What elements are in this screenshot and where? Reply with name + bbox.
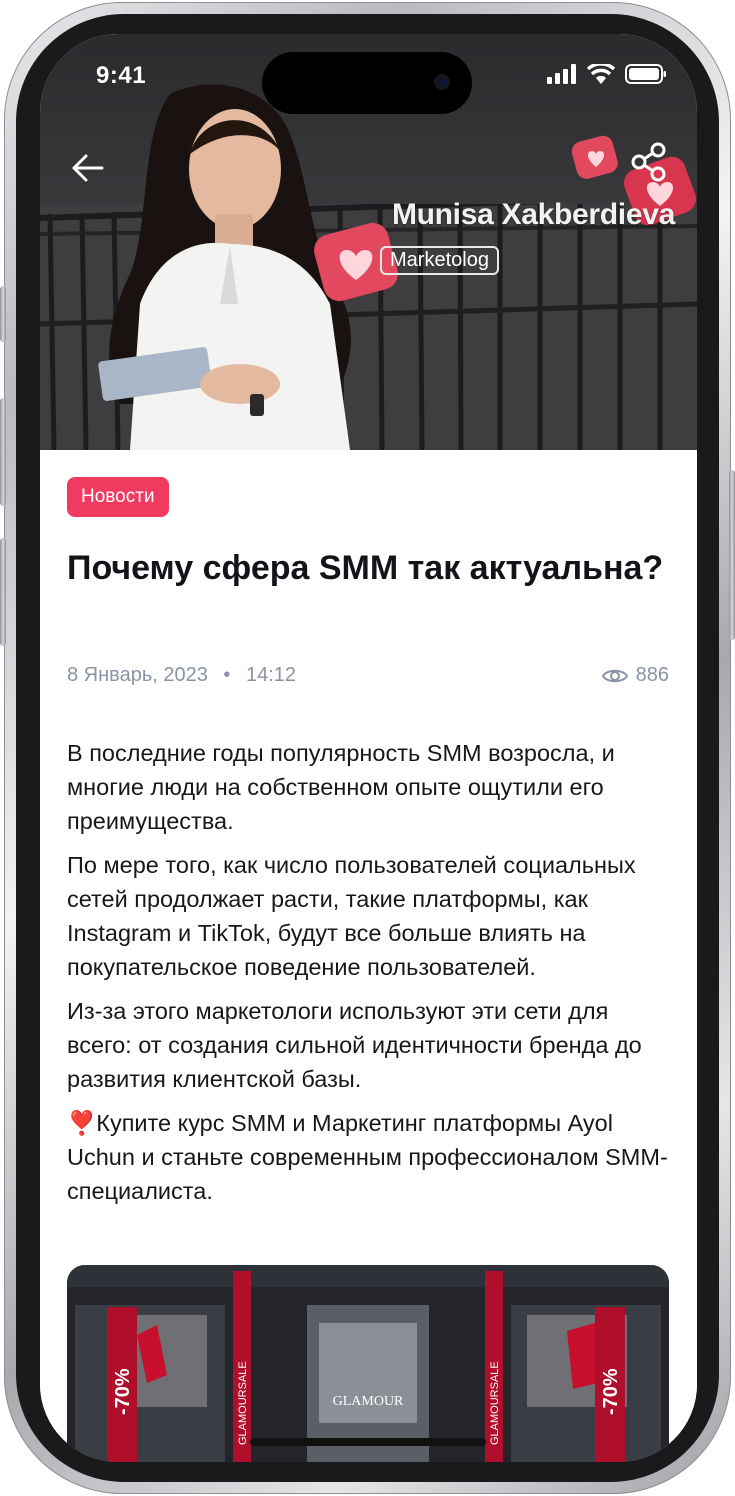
share-button[interactable]	[627, 140, 671, 184]
phone-screen: 9:41 Munisa Xakberdieva Marketolog Новос…	[40, 34, 697, 1462]
battery-icon	[625, 64, 666, 84]
status-time: 9:41	[96, 62, 147, 89]
store-sign: GLAMOUR	[333, 1394, 404, 1409]
meta-separator-dot: •	[223, 664, 231, 686]
author-name: Munisa Xakberdieva	[391, 198, 675, 231]
home-indicator[interactable]	[250, 1438, 486, 1446]
category-tag[interactable]: Новости	[67, 477, 169, 517]
article-image: -70% -70% GLAMOURSALE GLAMOURSALE GLAMOU…	[67, 1265, 669, 1462]
article-body: В последние годы популярность SMM возрос…	[67, 736, 679, 1218]
vertical-banner-right: GLAMOURSALE	[489, 1361, 501, 1445]
discount-banner-left: -70%	[112, 1368, 134, 1415]
wifi-icon	[587, 64, 615, 84]
mute-switch	[0, 286, 6, 342]
vertical-banner-left: GLAMOURSALE	[237, 1361, 249, 1445]
view-counter: 886	[601, 664, 669, 687]
share-icon	[631, 142, 666, 182]
view-count: 886	[635, 664, 669, 686]
dynamic-island	[262, 52, 472, 114]
discount-banner-right: -70%	[600, 1368, 622, 1415]
eye-icon	[601, 669, 628, 682]
cellular-signal-icon	[547, 64, 576, 84]
article-time: 14:12	[245, 664, 297, 686]
article-title: Почему сфера SMM так актуальна?	[67, 549, 664, 587]
status-icons	[547, 64, 667, 84]
article-paragraph: ❣️Купите курс SMM и Маркетинг платформы …	[67, 1110, 668, 1204]
article-meta: 8 Январь, 2023 • 14:12 886	[67, 664, 669, 692]
heart-reaction-icon	[571, 135, 618, 179]
article-content: Новости Почему сфера SMM так актуальна? …	[40, 450, 697, 1462]
article-datetime: 8 Январь, 2023 • 14:12	[67, 664, 296, 687]
article-paragraph: По мере того, как число пользователей со…	[67, 852, 636, 980]
article-paragraph: В последние годы популярность SMM возрос…	[67, 740, 615, 834]
volume-down-button	[0, 538, 6, 646]
power-button	[729, 470, 735, 640]
volume-up-button	[0, 398, 6, 506]
article-date: 8 Январь, 2023	[67, 664, 208, 686]
author-role-badge: Marketolog	[380, 246, 499, 275]
storefront-illustration: -70% -70% GLAMOURSALE GLAMOURSALE GLAMOU…	[67, 1265, 669, 1462]
camera-icon	[434, 74, 450, 90]
back-button[interactable]	[66, 146, 110, 190]
hero-image: 9:41 Munisa Xakberdieva Marketolog	[40, 34, 697, 450]
arrow-left-icon	[72, 154, 104, 182]
article-paragraph: Из-за этого маркетологи используют эти с…	[67, 998, 642, 1092]
